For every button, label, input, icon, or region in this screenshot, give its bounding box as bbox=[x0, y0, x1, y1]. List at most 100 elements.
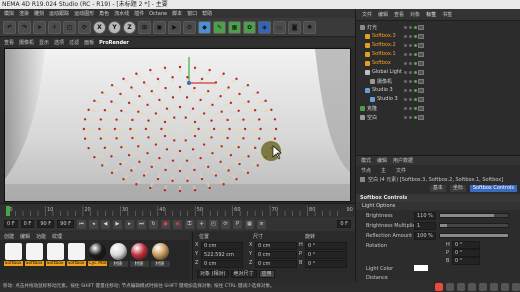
visibility-dot[interactable] bbox=[404, 97, 407, 101]
visibility-dot[interactable] bbox=[409, 97, 412, 101]
visibility-dot[interactable] bbox=[404, 106, 407, 110]
loop-icon[interactable]: ↻ bbox=[148, 219, 158, 229]
object-tag-icon[interactable] bbox=[418, 60, 424, 66]
end-frame-field[interactable]: 90 F bbox=[37, 220, 55, 228]
visibility-dot[interactable] bbox=[404, 79, 407, 83]
apply-button[interactable]: 应用 bbox=[258, 270, 275, 278]
visibility-dot[interactable] bbox=[414, 52, 417, 56]
light-options-group[interactable]: Light Options bbox=[356, 202, 520, 210]
object-tag-icon[interactable] bbox=[418, 114, 424, 120]
dope-sheet-icon[interactable]: ≡ bbox=[256, 219, 266, 229]
grid-icon[interactable]: ▦ bbox=[244, 219, 254, 229]
visibility-dots[interactable] bbox=[404, 61, 417, 65]
render-view-icon[interactable]: ▶ bbox=[168, 20, 181, 34]
object-tag-icon[interactable] bbox=[418, 33, 424, 39]
scale-key-icon[interactable]: ◰ bbox=[208, 219, 218, 229]
move-key-icon[interactable]: ✛ bbox=[196, 219, 206, 229]
object-tag-icon[interactable] bbox=[418, 69, 424, 75]
attr-mode-file[interactable]: 文件 bbox=[396, 167, 406, 174]
attr-mode-main[interactable]: 主 bbox=[381, 167, 386, 174]
3d-viewport[interactable] bbox=[4, 48, 351, 202]
go-start-icon[interactable]: ⏮ bbox=[76, 219, 86, 229]
param-key-icon[interactable]: P bbox=[232, 219, 242, 229]
visibility-dot[interactable] bbox=[409, 52, 412, 56]
menu-item[interactable]: 模拟 bbox=[4, 10, 14, 17]
visibility-dot[interactable] bbox=[404, 43, 407, 47]
visibility-dot[interactable] bbox=[414, 115, 417, 119]
object-name[interactable]: Softbox bbox=[372, 60, 391, 66]
undo-icon[interactable]: ↶ bbox=[3, 20, 16, 34]
object-row[interactable]: Softbox.3 bbox=[356, 32, 520, 40]
rotate-icon[interactable]: ⟳ bbox=[78, 20, 91, 34]
object-menu-view[interactable]: 查看 bbox=[394, 11, 404, 18]
visibility-dot[interactable] bbox=[414, 43, 417, 47]
visibility-dot[interactable] bbox=[409, 25, 412, 29]
visibility-dots[interactable] bbox=[404, 106, 417, 110]
visibility-dots[interactable] bbox=[404, 88, 417, 92]
object-name[interactable]: Global Light bbox=[372, 69, 402, 75]
play-back-icon[interactable]: ◀ bbox=[100, 219, 110, 229]
subdivision-icon[interactable]: ▦ bbox=[228, 20, 241, 34]
tray-icon[interactable] bbox=[501, 283, 509, 291]
visibility-dot[interactable] bbox=[404, 70, 407, 74]
object-row[interactable]: 克隆 bbox=[356, 104, 520, 112]
visibility-dots[interactable] bbox=[404, 79, 417, 83]
attr-menu-mode[interactable]: 模式 bbox=[361, 157, 371, 164]
tray-icon[interactable] bbox=[479, 283, 487, 291]
visibility-dot[interactable] bbox=[414, 106, 417, 110]
visibility-dots[interactable] bbox=[404, 70, 417, 74]
tray-icon[interactable] bbox=[512, 283, 520, 291]
x-axis-button[interactable]: X bbox=[93, 20, 106, 34]
object-row[interactable]: 灯光 bbox=[356, 23, 520, 31]
light-icon[interactable]: ✺ bbox=[303, 20, 316, 34]
tray-icon[interactable] bbox=[468, 283, 476, 291]
rotation-value-field[interactable]: 0 ° bbox=[452, 257, 480, 265]
menu-item[interactable]: Octane bbox=[149, 11, 167, 17]
object-tag-icon[interactable] bbox=[418, 51, 424, 57]
record-icon[interactable]: ● bbox=[160, 219, 170, 229]
visibility-dot[interactable] bbox=[409, 34, 412, 38]
material-swatch[interactable]: 材质 bbox=[129, 243, 149, 277]
object-menu-file[interactable]: 文件 bbox=[362, 11, 372, 18]
tab-coord[interactable]: 坐标 bbox=[449, 185, 466, 192]
visibility-dot[interactable] bbox=[414, 88, 417, 92]
scale-icon[interactable]: ◰ bbox=[63, 20, 76, 34]
object-name[interactable]: 摄像机 bbox=[377, 78, 392, 85]
viewport-menu-camera[interactable]: 摄像机 bbox=[19, 39, 34, 46]
object-name[interactable]: Softbox.3 bbox=[372, 33, 396, 39]
visibility-dot[interactable] bbox=[414, 34, 417, 38]
coord-size-select[interactable]: 绝对尺寸 bbox=[230, 270, 257, 278]
visibility-dot[interactable] bbox=[404, 52, 407, 56]
coord-position-field[interactable]: 522.592 cm bbox=[201, 251, 243, 259]
material-swatch[interactable]: Softbox bbox=[66, 243, 86, 277]
preview-end-field[interactable]: 90 F bbox=[57, 220, 74, 228]
object-tag-icon[interactable] bbox=[418, 96, 424, 102]
next-key-icon[interactable]: ▸ bbox=[124, 219, 134, 229]
deformer-icon[interactable]: ◈ bbox=[258, 20, 271, 34]
object-row[interactable]: Studio 3 bbox=[356, 95, 520, 103]
object-name[interactable]: Studio 3 bbox=[377, 96, 398, 102]
coord-size-field[interactable]: 0 cm bbox=[255, 251, 297, 259]
visibility-dot[interactable] bbox=[414, 61, 417, 65]
visibility-dot[interactable] bbox=[409, 106, 412, 110]
visibility-dot[interactable] bbox=[414, 97, 417, 101]
attribute-value-field[interactable]: 110 % bbox=[414, 211, 436, 220]
material-swatch[interactable]: Softbox bbox=[3, 243, 23, 277]
material-swatch[interactable]: 材质 bbox=[108, 243, 128, 277]
z-axis-button[interactable]: Z bbox=[123, 20, 136, 34]
camera-icon[interactable]: ◙ bbox=[288, 20, 301, 34]
visibility-dot[interactable] bbox=[409, 70, 412, 74]
play-icon[interactable]: ▶ bbox=[112, 219, 122, 229]
menu-item[interactable]: 窗口 bbox=[187, 10, 197, 17]
select-icon[interactable]: ➤ bbox=[33, 20, 46, 34]
tray-icon[interactable] bbox=[446, 283, 454, 291]
object-menu-tags[interactable]: 标签 bbox=[426, 11, 436, 18]
visibility-dots[interactable] bbox=[404, 34, 417, 38]
object-name[interactable]: Softbox.1 bbox=[372, 51, 396, 57]
visibility-dot[interactable] bbox=[404, 25, 407, 29]
visibility-dots[interactable] bbox=[404, 52, 417, 56]
attribute-slider[interactable] bbox=[439, 233, 509, 238]
render-region-icon[interactable]: ▣ bbox=[153, 20, 166, 34]
visibility-dots[interactable] bbox=[404, 25, 417, 29]
object-row[interactable]: Global Light bbox=[356, 68, 520, 76]
